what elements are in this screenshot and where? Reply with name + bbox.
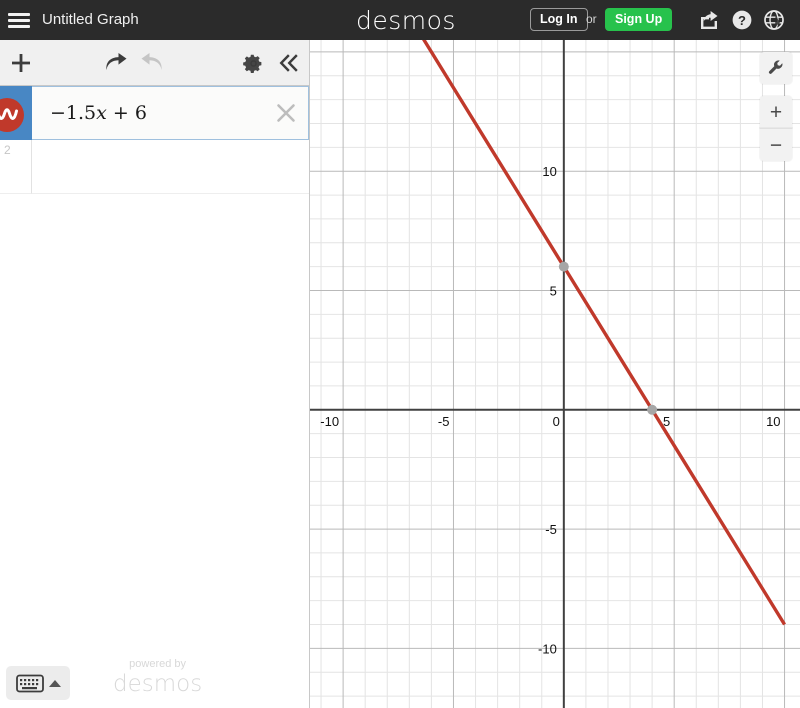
redo-arrow-icon [139,52,165,74]
expression-row-empty[interactable]: 2 [0,140,309,194]
graph-plot-svg: -10 -5 0 5 10 10 5 -5 -10 [310,40,800,708]
keyboard-toggle-button[interactable] [6,666,70,700]
hamburger-menu-icon[interactable] [8,9,30,31]
desmos-calculator-app: Untitled Graph desmos Log In or Sign Up … [0,0,800,708]
help-icon[interactable]: ? [730,8,754,32]
language-globe-icon[interactable] [762,8,786,32]
undo-arrow-icon [103,52,129,74]
graph-canvas[interactable]: -10 -5 0 5 10 10 5 -5 -10 + − [310,40,800,708]
x-tick-label: 10 [766,414,780,429]
graph-title[interactable]: Untitled Graph [42,0,139,40]
sine-wave-icon [0,108,18,122]
svg-text:?: ? [738,13,746,28]
gear-icon [243,53,264,74]
y-tick-label: 10 [542,164,556,179]
zoom-in-label: + [770,102,782,123]
expression-panel: −1.5x + 6 2 [0,40,310,708]
powered-by-brand: desmos [113,673,202,696]
y-tick-label: -10 [538,641,557,656]
or-separator-label: or [586,12,597,26]
x-tick-label: 5 [663,414,670,429]
x-tick-label: -5 [438,414,450,429]
zoom-out-button[interactable]: − [760,128,792,161]
undo-button[interactable] [100,48,132,78]
expression-input-field-empty[interactable] [32,140,309,194]
expression-toolbar [0,40,309,86]
top-header-bar: Untitled Graph desmos Log In or Sign Up … [0,0,800,40]
x-tick-label: -10 [320,414,339,429]
expression-curve-icon[interactable] [0,98,24,132]
desmos-logo: desmos [356,6,456,35]
add-expression-button[interactable] [4,46,38,80]
expression-math-content: −1.5x + 6 [50,87,147,141]
zoom-in-button[interactable]: + [760,96,792,128]
login-button[interactable]: Log In [530,8,588,31]
x-tick-label: 0 [553,414,560,429]
y-tick-label: -5 [545,522,557,537]
major-gridlines [310,40,800,708]
signup-button[interactable]: Sign Up [605,8,672,31]
axes [310,40,800,708]
keyboard-caret-up-icon [49,680,61,687]
plus-icon [10,52,32,74]
collapse-panel-button[interactable] [274,47,304,79]
expression-index-label: 2 [0,140,32,194]
double-chevron-left-icon [278,53,300,73]
expression-input-field[interactable]: −1.5x + 6 [32,86,309,140]
keyboard-icon [16,674,44,693]
zoom-out-label: − [770,135,782,156]
expression-settings-button[interactable] [238,47,268,79]
graph-settings-button[interactable] [760,52,792,84]
wrench-icon [767,59,785,77]
expression-row[interactable]: −1.5x + 6 [0,86,309,140]
y-tick-label: 5 [550,284,557,299]
minor-gridlines [310,40,800,708]
powered-by-watermark: powered by desmos [113,659,202,696]
share-icon[interactable] [698,8,722,32]
powered-by-label: powered by [113,659,202,670]
delete-expression-button[interactable] [274,101,298,125]
expression-color-swatch[interactable] [0,86,32,140]
redo-button[interactable] [136,48,168,78]
